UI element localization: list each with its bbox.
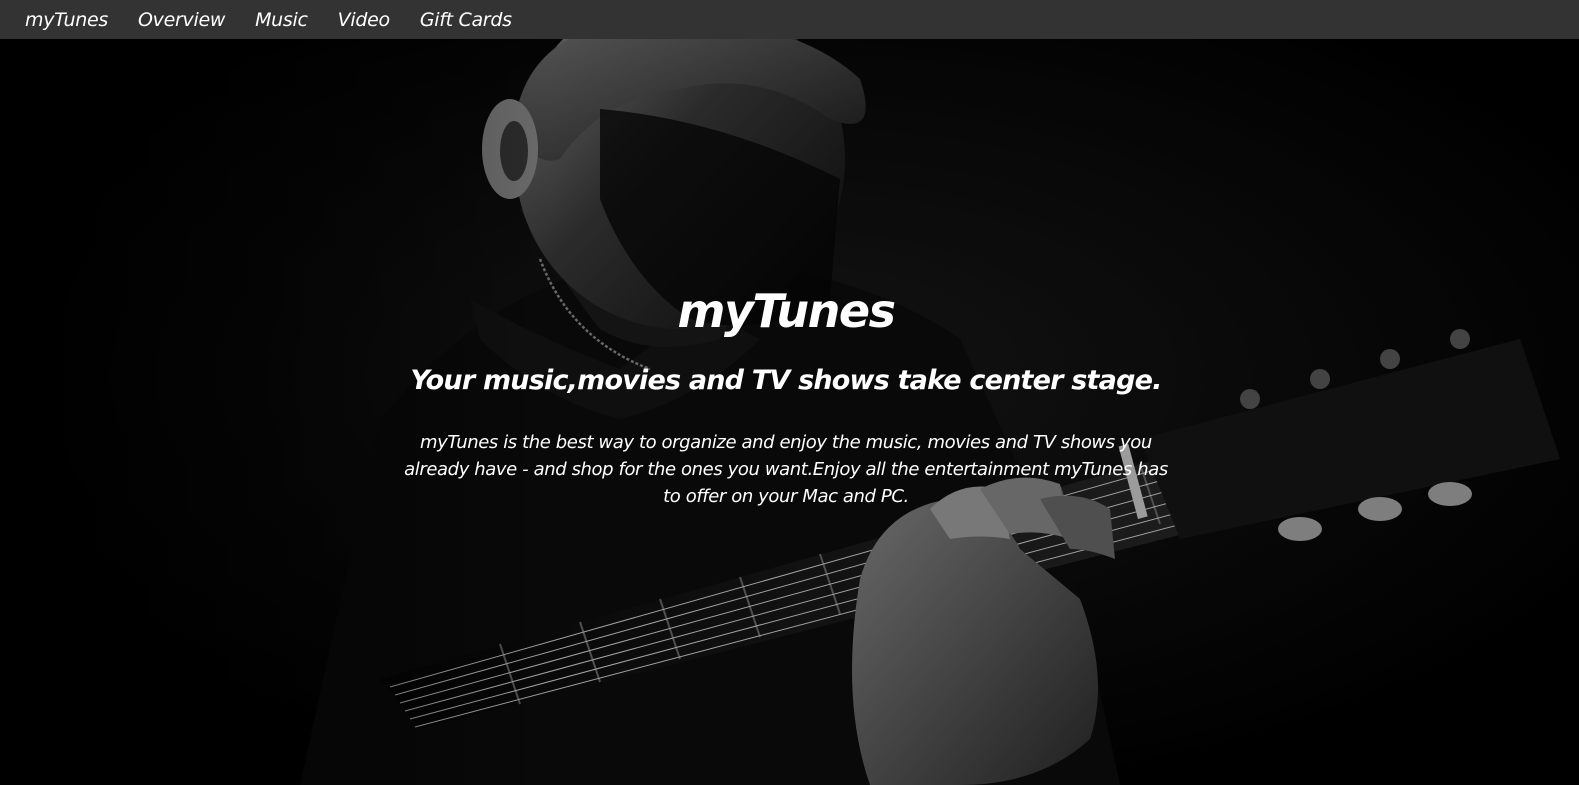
hero-subtitle: Your music,movies and TV shows take cent… [410, 365, 1162, 396]
nav-item-music[interactable]: Music [255, 9, 308, 31]
hero-content: myTunes Your music,movies and TV shows t… [0, 39, 1579, 785]
hero-title: myTunes [677, 284, 896, 338]
nav-brand-link[interactable]: myTunes [25, 9, 108, 31]
hero-description: myTunes is the best way to organize and … [404, 432, 1168, 507]
nav-item-overview[interactable]: Overview [138, 9, 225, 31]
hero-section: myTunes Your music,movies and TV shows t… [0, 39, 1579, 785]
nav-item-gift-cards[interactable]: Gift Cards [420, 9, 512, 31]
nav-item-video[interactable]: Video [338, 9, 390, 31]
page: myTunes Overview Music Video Gift Cards [0, 0, 1579, 785]
top-navbar: myTunes Overview Music Video Gift Cards [0, 0, 1579, 39]
